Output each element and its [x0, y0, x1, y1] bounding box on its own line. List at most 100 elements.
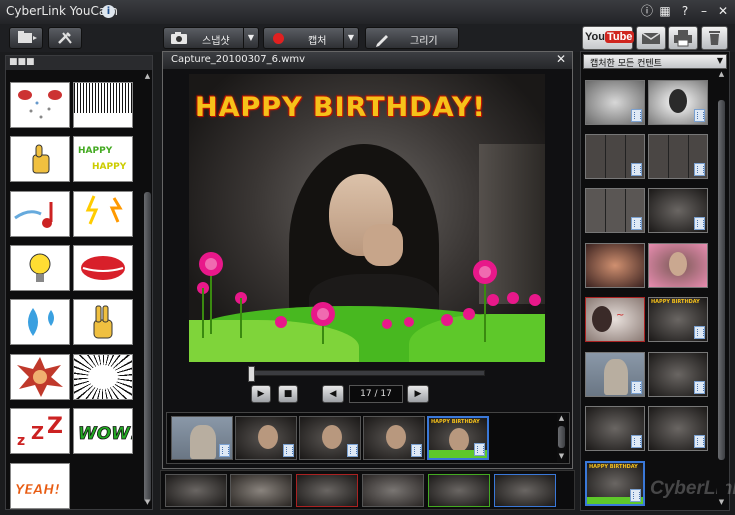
bottom-thumb-4[interactable]	[362, 474, 424, 507]
svg-text:HAPPY: HAPPY	[92, 162, 127, 172]
svg-text:HAPPY: HAPPY	[78, 146, 113, 156]
effect-lightning[interactable]	[73, 191, 133, 237]
effect-drops[interactable]	[10, 299, 70, 345]
effects-scroll-thumb[interactable]	[144, 192, 151, 502]
tools-button[interactable]	[48, 27, 82, 49]
effect-music-note[interactable]	[10, 191, 70, 237]
help-icon[interactable]: ?	[678, 4, 692, 18]
strip-scroll-up-icon[interactable]: ▲	[557, 414, 566, 422]
scroll-up-icon[interactable]: ▲	[143, 72, 152, 80]
effects-scrollbar[interactable]: ▲ ▼	[143, 72, 152, 508]
strip-thumb-statue[interactable]	[171, 416, 233, 460]
gallery-thumb-13[interactable]	[585, 406, 645, 451]
seek-handle[interactable]	[248, 366, 255, 382]
gallery-scrollbar[interactable]: ▲ ▼	[717, 70, 726, 508]
stop-button[interactable]: ■	[278, 385, 298, 403]
scroll-down-icon[interactable]: ▼	[143, 498, 152, 506]
bottom-thumb-5[interactable]	[428, 474, 490, 507]
gallery-thumb-10-mini-title: HAPPY BIRTHDAY	[651, 299, 700, 305]
gallery-thumb-9[interactable]: ~	[585, 297, 645, 342]
effect-lips[interactable]	[73, 245, 133, 291]
delete-button[interactable]	[701, 26, 728, 50]
strip-scroll-down-icon[interactable]: ▼	[557, 452, 566, 460]
youtube-button[interactable]: You Tube	[582, 26, 635, 50]
strip-thumb-mini-title: HAPPY BIRTHDAY	[431, 419, 480, 425]
youtube-logo-text: You Tube	[585, 31, 635, 43]
email-button[interactable]	[636, 26, 666, 50]
gallery-thumb-2[interactable]	[648, 80, 708, 125]
gallery-thumb-3[interactable]	[585, 134, 645, 179]
strip-thumb-selected[interactable]: HAPPY BIRTHDAY	[427, 416, 489, 460]
close-icon[interactable]: ✕	[716, 4, 730, 18]
svg-text:WOW!: WOW!	[78, 424, 132, 444]
gallery-thumb-8[interactable]	[648, 243, 708, 288]
gallery-thumb-6[interactable]	[648, 188, 708, 233]
open-folder-button[interactable]	[9, 27, 43, 49]
about-icon[interactable]: i	[102, 5, 115, 18]
effect-wow[interactable]: WOW!	[73, 408, 133, 454]
gallery-thumb-14[interactable]	[648, 406, 708, 451]
play-button[interactable]: ▶	[251, 385, 271, 403]
info-icon[interactable]: ⓘ	[640, 4, 654, 18]
strip-thumb-4[interactable]	[363, 416, 425, 460]
strip-scrollbar[interactable]: ▲ ▼	[557, 414, 566, 462]
settings-icon[interactable]: ▦	[658, 4, 672, 18]
snapshot-button[interactable]: 스냅샷 ▼	[163, 27, 259, 49]
strip-scroll-thumb[interactable]	[558, 426, 565, 448]
effect-zzz[interactable]: zZZ	[10, 408, 70, 454]
birthday-overlay-text: HAPPY BIRTHDAY!	[195, 92, 486, 123]
video-frame: HAPPY BIRTHDAY!	[189, 74, 545, 362]
effects-header: ■■■	[6, 56, 152, 70]
effect-fringe[interactable]	[73, 82, 133, 128]
bottom-thumb-6[interactable]	[494, 474, 556, 507]
preview-titlebar: Capture_20100307_6.wmv ✕	[163, 52, 572, 69]
minimize-icon[interactable]: –	[697, 4, 711, 18]
gallery-scroll-up-icon[interactable]: ▲	[717, 70, 726, 78]
title-bar: CyberLink YouCam i ⓘ ▦ ? – ✕	[0, 0, 735, 24]
effect-victory-hand[interactable]	[73, 299, 133, 345]
bottom-thumb-2[interactable]	[230, 474, 292, 507]
main-toolbar: 스냅샷 ▼ 캡처 ▼ 그리기 You Tube	[0, 24, 735, 52]
gallery-thumb-4[interactable]	[648, 134, 708, 179]
prev-frame-button[interactable]: ◀	[322, 385, 344, 403]
effect-light-bulb[interactable]	[10, 245, 70, 291]
next-frame-button[interactable]: ▶	[407, 385, 429, 403]
frame-counter: 17 / 17	[349, 385, 403, 403]
gallery-thumb-12[interactable]	[648, 352, 708, 397]
effect-thumbs-up[interactable]	[10, 136, 70, 182]
gallery-thumb-10[interactable]: HAPPY BIRTHDAY	[648, 297, 708, 342]
effects-panel: ■■■ HAPPY HAPPY zZZ WOW! YEAH! ▲ ▼	[5, 55, 153, 510]
gallery-thumb-5[interactable]	[585, 188, 645, 233]
snapshot-dropdown-icon[interactable]: ▼	[243, 28, 258, 48]
effect-confetti[interactable]	[10, 82, 70, 128]
draw-label: 그리기	[410, 36, 438, 47]
strip-thumb-3[interactable]	[299, 416, 361, 460]
capture-button[interactable]: 캡처 ▼	[263, 27, 359, 49]
gallery-filter-chevron-icon: ▼	[716, 56, 723, 65]
seek-bar[interactable]	[248, 366, 485, 382]
capture-dropdown-icon[interactable]: ▼	[343, 28, 358, 48]
preview-close-icon[interactable]: ✕	[556, 52, 566, 66]
snapshot-label: 스냅샷	[202, 36, 230, 47]
gallery-filter-dropdown[interactable]: 캡처한 모든 컨텐트 ▼	[583, 54, 727, 69]
draw-button[interactable]: 그리기	[365, 27, 459, 49]
gallery-scroll-thumb[interactable]	[718, 100, 725, 460]
bottom-thumb-1[interactable]	[165, 474, 227, 507]
gallery-thumb-7[interactable]	[585, 243, 645, 288]
effect-speed-lines[interactable]	[73, 354, 133, 400]
gallery-thumb-1[interactable]	[585, 80, 645, 125]
print-button[interactable]	[668, 26, 698, 50]
bottom-thumb-3[interactable]	[296, 474, 358, 507]
gallery-scroll-down-icon[interactable]: ▼	[717, 498, 726, 506]
strip-thumb-2[interactable]	[235, 416, 297, 460]
effect-happy-text[interactable]: HAPPY HAPPY	[73, 136, 133, 182]
record-icon	[273, 33, 284, 44]
svg-text:Z: Z	[47, 414, 63, 439]
svg-text:z: z	[17, 433, 25, 449]
gallery-thumb-statue[interactable]	[585, 352, 645, 397]
gallery-thumb-selected-mini-title: HAPPY BIRTHDAY	[589, 464, 638, 470]
effect-punch[interactable]	[10, 354, 70, 400]
effect-yeah[interactable]: YEAH!	[10, 463, 70, 509]
effects-header-label: ■■■	[9, 57, 35, 67]
gallery-thumb-selected[interactable]: HAPPY BIRTHDAY	[585, 461, 645, 506]
